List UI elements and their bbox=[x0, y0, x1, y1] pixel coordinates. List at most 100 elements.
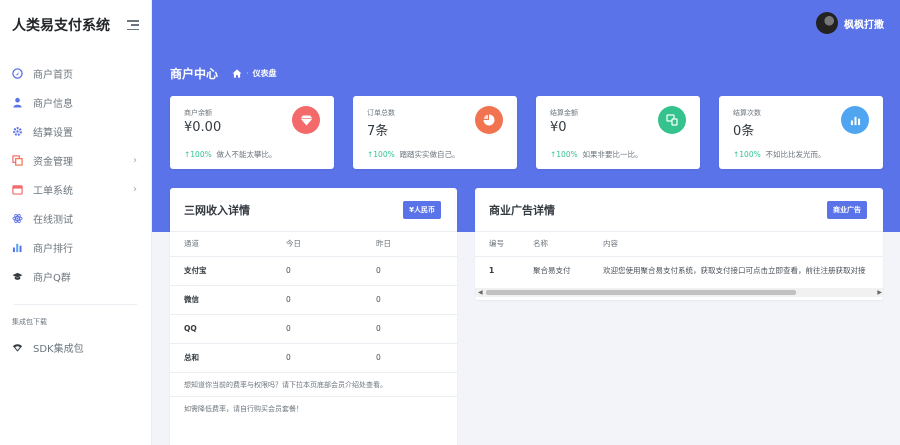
stat-note: 不如比比发光而。 bbox=[765, 150, 826, 159]
username[interactable]: 枫枫打撒 bbox=[844, 16, 884, 31]
table-cell: 0 bbox=[376, 342, 457, 372]
stat-trend: ↑100% bbox=[550, 150, 578, 159]
sidebar-item-tickets[interactable]: 工单系统 › bbox=[0, 175, 151, 204]
sidebar-item-label: 资金管理 bbox=[33, 157, 73, 168]
table-cell: 总和 bbox=[170, 342, 286, 372]
breadcrumb-separator: · bbox=[246, 69, 249, 78]
wifi-icon bbox=[12, 342, 23, 353]
sidebar-item-label: 商户信息 bbox=[33, 99, 73, 110]
user-menu[interactable]: 枫枫打撒 bbox=[816, 12, 884, 34]
sidebar-item-label: 工单系统 bbox=[33, 186, 73, 197]
sidebar-section-label: 集成包下载 bbox=[12, 318, 47, 326]
income-panel-header: 三网收入详情 ¥人民币 bbox=[170, 188, 457, 232]
table-cell: 0 bbox=[376, 284, 457, 314]
sidebar-item-settlement-settings[interactable]: 结算设置 bbox=[0, 117, 151, 146]
table-row: 微信 0 0 bbox=[170, 284, 457, 314]
ads-table-scroll[interactable]: 编号 名称 内容 1 聚合易支付 欢迎您使用聚合易支付系统，获取支付接口可点击立… bbox=[475, 232, 883, 284]
column-header: 通道 bbox=[184, 239, 199, 249]
menu-toggle-icon[interactable] bbox=[127, 20, 139, 30]
table-cell: 欢迎您使用聚合易支付系统，获取支付接口可点击立即查看，前往注册获取对接 bbox=[603, 255, 883, 284]
table-cell: 0 bbox=[286, 284, 376, 314]
breadcrumb: 仪表盘 bbox=[252, 69, 277, 78]
sidebar-item-label: 在线测试 bbox=[33, 215, 73, 226]
avatar[interactable] bbox=[816, 12, 838, 34]
home-icon[interactable] bbox=[232, 69, 242, 78]
sidebar-item-home[interactable]: 商户首页 bbox=[0, 59, 151, 88]
pie-chart-icon bbox=[475, 106, 503, 134]
table-row: 支付宝 0 0 bbox=[170, 255, 457, 285]
stat-footer: ↑100% 做人不能太攀比。 bbox=[184, 149, 277, 160]
stat-trend: ↑100% bbox=[733, 150, 761, 159]
income-table: 通道 今日 昨日 支付宝 0 0 微信 0 0 QQ 0 0 总和 0 0 bbox=[170, 232, 457, 372]
stat-label: 订单总数 bbox=[367, 109, 395, 117]
stat-note: 踏踏实实做自己。 bbox=[399, 150, 460, 159]
stat-value: 0条 bbox=[733, 124, 755, 139]
table-cell: 支付宝 bbox=[170, 255, 286, 285]
sidebar-nav: 商户首页 商户信息 结算设置 资金管理 › 工单系统 › 在线测试 商户排行 商… bbox=[0, 59, 151, 291]
main-content: 枫枫打撒 商户中心 · 仪表盘 商户余额 ¥0.00 ↑100% 做人不能太攀比… bbox=[152, 0, 900, 445]
bar-chart-icon bbox=[841, 106, 869, 134]
table-header-row: 通道 今日 昨日 bbox=[170, 232, 457, 256]
table-header-row: 编号 名称 内容 bbox=[475, 232, 883, 256]
stat-label: 结算次数 bbox=[733, 109, 761, 117]
stat-footer: ↑100% 踏踏实实做自己。 bbox=[367, 149, 460, 160]
stat-note: 做人不能太攀比。 bbox=[216, 150, 277, 159]
table-cell: QQ bbox=[170, 313, 286, 343]
copy-icon bbox=[12, 155, 23, 166]
page-header: 商户中心 · 仪表盘 bbox=[170, 65, 277, 82]
sidebar-item-label: 商户排行 bbox=[33, 244, 73, 255]
table-row: 1 聚合易支付 欢迎您使用聚合易支付系统，获取支付接口可点击立即查看，前往注册获… bbox=[475, 255, 883, 284]
ads-panel: 商业广告详情 商业广告 编号 名称 内容 1 聚合易支付 欢迎您使用聚合易支付系… bbox=[475, 188, 883, 300]
chevron-right-icon: › bbox=[133, 184, 137, 195]
atom-icon bbox=[12, 213, 23, 224]
scrollbar-thumb[interactable] bbox=[486, 290, 796, 295]
scroll-left-icon[interactable]: ◀ bbox=[478, 288, 483, 297]
sidebar-item-label: 商户Q群 bbox=[33, 273, 71, 284]
ads-badge[interactable]: 商业广告 bbox=[827, 200, 867, 219]
stat-label: 商户余额 bbox=[184, 109, 212, 117]
gear-icon bbox=[12, 126, 23, 137]
stat-trend: ↑100% bbox=[184, 150, 212, 159]
panel-title: 商业广告详情 bbox=[489, 203, 555, 217]
sidebar-item-info[interactable]: 商户信息 bbox=[0, 88, 151, 117]
ads-table: 编号 名称 内容 1 聚合易支付 欢迎您使用聚合易支付系统，获取支付接口可点击立… bbox=[475, 232, 883, 284]
table-cell: 0 bbox=[286, 342, 376, 372]
ads-panel-header: 商业广告详情 商业广告 bbox=[475, 188, 883, 232]
sidebar-item-label: SDK集成包 bbox=[33, 344, 84, 355]
sidebar-item-ranking[interactable]: 商户排行 bbox=[0, 233, 151, 262]
scroll-right-icon[interactable]: ▶ bbox=[877, 288, 882, 297]
user-icon bbox=[12, 97, 23, 108]
column-header: 名称 bbox=[533, 239, 548, 249]
stat-card-balance: 商户余额 ¥0.00 ↑100% 做人不能太攀比。 bbox=[170, 96, 334, 169]
membership-note: 如需降低费率，请自行购买会员套餐！ bbox=[170, 396, 457, 420]
income-panel: 三网收入详情 ¥人民币 通道 今日 昨日 支付宝 0 0 微信 0 0 QQ 0… bbox=[170, 188, 457, 445]
sidebar-item-label: 结算设置 bbox=[33, 128, 73, 139]
stat-value: 7条 bbox=[367, 124, 389, 139]
page-title: 商户中心 bbox=[170, 67, 219, 81]
panel-title: 三网收入详情 bbox=[184, 203, 250, 217]
sidebar-item-qq-group[interactable]: 商户Q群 bbox=[0, 262, 151, 291]
stat-card-orders: 订单总数 7条 ↑100% 踏踏实实做自己。 bbox=[353, 96, 517, 169]
device-icon bbox=[658, 106, 686, 134]
sidebar-item-sdk[interactable]: SDK集成包 bbox=[0, 333, 151, 362]
horizontal-scrollbar[interactable]: ◀ ▶ bbox=[475, 288, 883, 297]
bar-chart-icon bbox=[12, 242, 23, 253]
brand-title: 人类易支付系统 bbox=[12, 18, 110, 34]
stat-value: ¥0 bbox=[550, 120, 567, 135]
table-cell: 1 bbox=[475, 255, 533, 284]
table-cell: 0 bbox=[376, 255, 457, 285]
brand: 人类易支付系统 bbox=[0, 0, 151, 50]
sidebar-item-online-test[interactable]: 在线测试 bbox=[0, 204, 151, 233]
table-cell: 聚合易支付 bbox=[533, 255, 603, 284]
currency-badge[interactable]: ¥人民币 bbox=[403, 200, 441, 219]
table-cell: 微信 bbox=[170, 284, 286, 314]
diamond-icon bbox=[292, 106, 320, 134]
dashboard-icon bbox=[12, 68, 23, 79]
table-row: QQ 0 0 bbox=[170, 313, 457, 343]
calendar-icon bbox=[12, 184, 23, 195]
sidebar-item-funds[interactable]: 资金管理 › bbox=[0, 146, 151, 175]
table-row: 总和 0 0 bbox=[170, 342, 457, 372]
column-header: 编号 bbox=[489, 239, 504, 249]
graduation-cap-icon bbox=[12, 271, 23, 282]
stat-card-settlement-amount: 结算金额 ¥0 ↑100% 如果非要比一比。 bbox=[536, 96, 700, 169]
